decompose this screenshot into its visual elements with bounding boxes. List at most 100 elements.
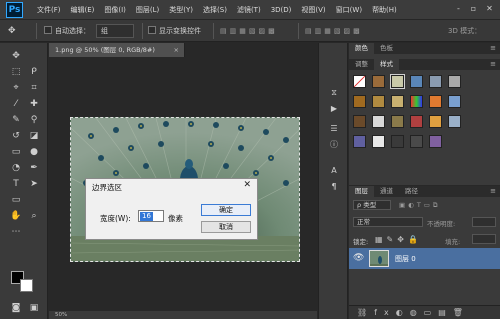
- style-swatch[interactable]: [391, 95, 404, 108]
- character-icon[interactable]: A: [328, 165, 340, 177]
- minimize-button[interactable]: -: [452, 3, 465, 15]
- layer-filter-icons[interactable]: ▣◐T▭⧉: [399, 201, 441, 210]
- pen-icon[interactable]: ✒: [27, 161, 41, 175]
- style-swatch-selected[interactable]: [390, 74, 405, 89]
- menu-filter[interactable]: 滤镜(T): [232, 0, 266, 20]
- style-swatch[interactable]: [410, 75, 423, 88]
- tab-channels[interactable]: 通道: [374, 186, 399, 197]
- info-icon[interactable]: ⓘ: [328, 139, 340, 151]
- lock-icons[interactable]: ▦✎✥🔒: [375, 235, 422, 244]
- document-close-icon[interactable]: ×: [174, 43, 179, 57]
- style-swatch[interactable]: [372, 115, 385, 128]
- shape-icon[interactable]: ▭: [9, 193, 23, 207]
- style-swatch[interactable]: [429, 115, 442, 128]
- dodge-icon[interactable]: ◔: [9, 161, 23, 175]
- show-transform-checkbox[interactable]: [148, 26, 156, 34]
- gradient-icon[interactable]: ▭: [9, 145, 23, 159]
- auto-select-dropdown[interactable]: 组: [96, 24, 134, 38]
- visibility-eye-icon[interactable]: 👁: [353, 253, 364, 263]
- eraser-icon[interactable]: ◪: [27, 129, 41, 143]
- style-swatch[interactable]: [391, 115, 404, 128]
- tab-styles[interactable]: 样式: [374, 59, 399, 70]
- panel-menu-icon[interactable]: ≡: [490, 59, 496, 70]
- style-swatch[interactable]: [372, 95, 385, 108]
- screen-mode-icon[interactable]: ▣: [27, 301, 41, 315]
- panel-menu-icon[interactable]: ≡: [490, 43, 496, 54]
- menu-view[interactable]: 视图(V): [296, 0, 330, 20]
- distribute-icons[interactable]: ▤▥▦▧▨▩: [305, 24, 363, 38]
- style-swatch[interactable]: [410, 115, 423, 128]
- blur-icon[interactable]: ●: [27, 145, 41, 159]
- properties-icon[interactable]: ☰: [328, 123, 340, 135]
- move-icon[interactable]: ✥: [9, 49, 23, 63]
- extra-tool-icon[interactable]: ⋯: [9, 225, 23, 239]
- stamp-icon[interactable]: ⚲: [27, 113, 41, 127]
- menu-layer[interactable]: 图层(L): [131, 0, 164, 20]
- menu-type[interactable]: 类型(Y): [164, 0, 198, 20]
- history-brush-icon[interactable]: ↺: [9, 129, 23, 143]
- blend-mode-dropdown[interactable]: 正常: [353, 217, 423, 227]
- style-swatch[interactable]: [410, 135, 423, 148]
- style-swatch[interactable]: [353, 75, 366, 88]
- marquee-icon[interactable]: ⬚: [9, 65, 23, 79]
- type-icon[interactable]: T: [9, 177, 23, 191]
- ok-button[interactable]: 确定: [201, 204, 251, 216]
- menu-help[interactable]: 帮助(H): [367, 0, 402, 20]
- layer-footer-icons[interactable]: ⛓fx◐◍▭▤🗑: [357, 308, 470, 317]
- auto-select-checkbox[interactable]: [44, 26, 52, 34]
- style-swatch[interactable]: [448, 75, 461, 88]
- menu-edit[interactable]: 编辑(E): [66, 0, 100, 20]
- width-input[interactable]: 16: [138, 210, 164, 222]
- tab-swatches[interactable]: 色板: [374, 43, 399, 54]
- opacity-input[interactable]: [472, 217, 496, 227]
- quick-mask-icon[interactable]: ◙: [9, 301, 23, 315]
- quick-select-icon[interactable]: ⌖: [9, 81, 23, 95]
- align-icons[interactable]: ▤▥▦▧▨▩: [220, 24, 278, 38]
- hand-icon[interactable]: ✋: [9, 209, 23, 223]
- history-icon[interactable]: ⧖: [328, 87, 340, 99]
- style-swatch[interactable]: [353, 95, 366, 108]
- style-swatch[interactable]: [448, 115, 461, 128]
- tab-adjustments[interactable]: 调整: [349, 59, 374, 70]
- style-swatch[interactable]: [429, 95, 442, 108]
- actions-icon[interactable]: ▶: [328, 103, 340, 115]
- close-window-button[interactable]: ✕: [483, 3, 496, 15]
- paragraph-icon[interactable]: ¶: [328, 181, 340, 193]
- tab-color[interactable]: 颜色: [349, 43, 374, 54]
- dialog-close-icon[interactable]: ✕: [243, 180, 251, 190]
- menu-3d[interactable]: 3D(D): [266, 0, 297, 20]
- restore-button[interactable]: ▫: [467, 3, 480, 15]
- layer-row[interactable]: 👁 图层 0: [349, 248, 500, 269]
- fill-input[interactable]: [472, 234, 496, 244]
- crop-icon[interactable]: ⌗: [27, 81, 41, 95]
- healing-icon[interactable]: ✚: [27, 97, 41, 111]
- menu-file[interactable]: 文件(F): [32, 0, 66, 20]
- menu-select[interactable]: 选择(S): [198, 0, 232, 20]
- brush-icon[interactable]: ✎: [9, 113, 23, 127]
- style-swatch[interactable]: [353, 135, 366, 148]
- panel-menu-icon[interactable]: ≡: [490, 186, 496, 197]
- document-tab[interactable]: 1.png @ 50% (图层 0, RGB/8#) ×: [49, 43, 185, 57]
- style-swatch[interactable]: [372, 135, 385, 148]
- style-swatch[interactable]: [429, 75, 442, 88]
- eyedropper-icon[interactable]: ⁄: [9, 97, 23, 111]
- zoom-icon[interactable]: ⌕: [27, 209, 41, 223]
- style-swatch[interactable]: [391, 135, 404, 148]
- style-swatch[interactable]: [429, 135, 442, 148]
- lasso-icon[interactable]: ᑭ: [27, 65, 41, 79]
- menu-window[interactable]: 窗口(W): [331, 0, 367, 20]
- style-swatch[interactable]: [448, 95, 461, 108]
- menu-image[interactable]: 图像(I): [99, 0, 131, 20]
- auto-select-option[interactable]: 自动选择：: [44, 24, 90, 38]
- tab-layers[interactable]: 图层: [349, 186, 374, 197]
- style-swatch[interactable]: [410, 95, 423, 108]
- background-color-swatch[interactable]: [20, 279, 33, 292]
- move-tool-icon[interactable]: ✥: [8, 24, 16, 38]
- style-swatch[interactable]: [353, 115, 366, 128]
- show-transform-option[interactable]: 显示变换控件: [148, 24, 201, 38]
- cancel-button[interactable]: 取消: [201, 221, 251, 233]
- layer-kind-filter[interactable]: ρ 类型: [353, 200, 391, 210]
- tab-paths[interactable]: 路径: [399, 186, 424, 197]
- path-select-icon[interactable]: ➤: [27, 177, 41, 191]
- style-swatch[interactable]: [372, 75, 385, 88]
